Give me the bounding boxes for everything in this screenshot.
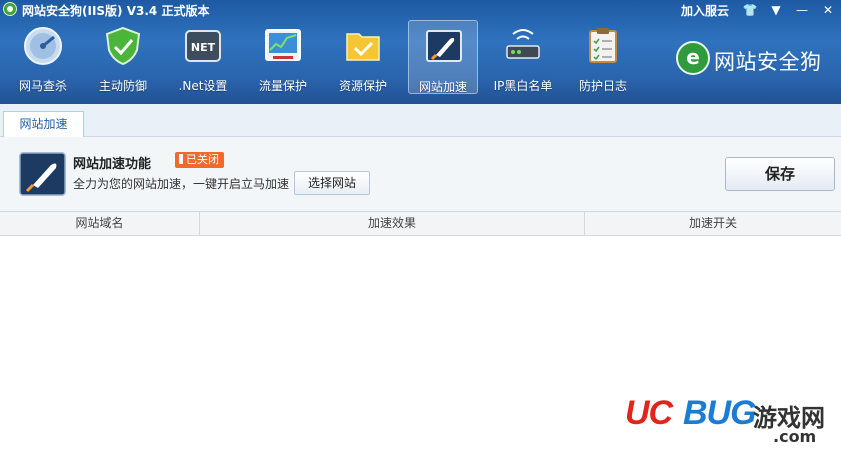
shirt-icon[interactable]: 👕 (737, 1, 763, 19)
app-title: 网站安全狗(IIS版) V3.4 正式版本 (22, 4, 210, 18)
watermark-uc: UC (625, 394, 673, 432)
rocket-icon (19, 152, 66, 196)
scan-icon (24, 27, 62, 65)
save-button[interactable]: 保存 (725, 157, 835, 191)
app-header: 网站安全狗(IIS版) V3.4 正式版本 加入服云 👕 ▼ — ✕ 网马查杀 … (0, 0, 841, 104)
status-badge[interactable]: 已关闭 (175, 152, 224, 168)
menu-icon[interactable]: ▼ (763, 1, 789, 19)
clipboard-icon (589, 28, 617, 63)
watermark-bug: BUG (683, 394, 757, 432)
minimize-icon[interactable]: — (789, 1, 815, 19)
titlebar-controls: 加入服云 👕 ▼ — ✕ (681, 0, 841, 20)
toolbar-label: 资源保护 (338, 79, 387, 93)
toolbar-label: 主动防御 (98, 79, 147, 93)
toolbar-item-defense[interactable]: 主动防御 (88, 20, 158, 94)
app-logo-icon (3, 2, 17, 16)
toolbar-item-scan[interactable]: 网马查杀 (8, 20, 78, 94)
toolbar-label: .Net设置 (178, 79, 228, 93)
close-icon[interactable]: ✕ (815, 1, 841, 19)
rocket-icon (426, 30, 462, 62)
column-header-domain[interactable]: 网站域名 (0, 212, 200, 235)
folder-icon (346, 33, 380, 61)
router-icon (506, 29, 540, 59)
select-website-button[interactable]: 选择网站 (294, 171, 370, 195)
traffic-icon (265, 29, 301, 61)
toolbar-item-resource[interactable]: 资源保护 (328, 20, 398, 94)
brand-e-icon: e (676, 41, 710, 75)
tab-strip: 网站加速 (0, 104, 841, 137)
toolbar-item-log[interactable]: 防护日志 (568, 20, 638, 94)
column-header-effect[interactable]: 加速效果 (200, 212, 585, 235)
net-icon: NET (185, 30, 221, 62)
toolbar-item-ip-list[interactable]: IP黑白名单 (488, 20, 558, 94)
toolbar-item-net[interactable]: NET .Net设置 (168, 20, 238, 94)
svg-text:NET: NET (191, 41, 216, 54)
join-cloud-link[interactable]: 加入服云 (681, 2, 729, 19)
toolbar-label: IP黑白名单 (493, 79, 553, 93)
feature-panel: 网站加速功能 已关闭 全力为您的网站加速，一键开启立马加速 选择网站 保存 (0, 137, 841, 212)
toolbar-item-acceleration[interactable]: 网站加速 (408, 20, 478, 94)
switch-icon (179, 154, 183, 164)
toolbar-label: 网站加速 (418, 80, 467, 94)
feature-description: 全力为您的网站加速，一键开启立马加速 (73, 177, 290, 191)
toolbar-label: 网马查杀 (18, 79, 67, 93)
watermark-com: .com (773, 427, 817, 446)
watermark-logo: UC BUG 游戏网 .com (625, 394, 837, 446)
toolbar-label: 流量保护 (258, 79, 307, 93)
feature-title: 网站加速功能 (73, 157, 152, 172)
brand-name: 网站安全狗 (714, 50, 822, 74)
toolbar-label: 防护日志 (578, 79, 627, 93)
column-header-switch[interactable]: 加速开关 (585, 212, 841, 235)
main-toolbar: 网马查杀 主动防御 NET .Net设置 流量保护 资源保护 网站加速 IP黑白… (0, 20, 660, 96)
toolbar-item-traffic[interactable]: 流量保护 (248, 20, 318, 94)
tab-website-acceleration[interactable]: 网站加速 (3, 111, 84, 137)
table-header: 网站域名 加速效果 加速开关 (0, 212, 841, 236)
title-bar: 网站安全狗(IIS版) V3.4 正式版本 加入服云 👕 ▼ — ✕ (0, 0, 841, 20)
shield-icon (105, 26, 141, 66)
